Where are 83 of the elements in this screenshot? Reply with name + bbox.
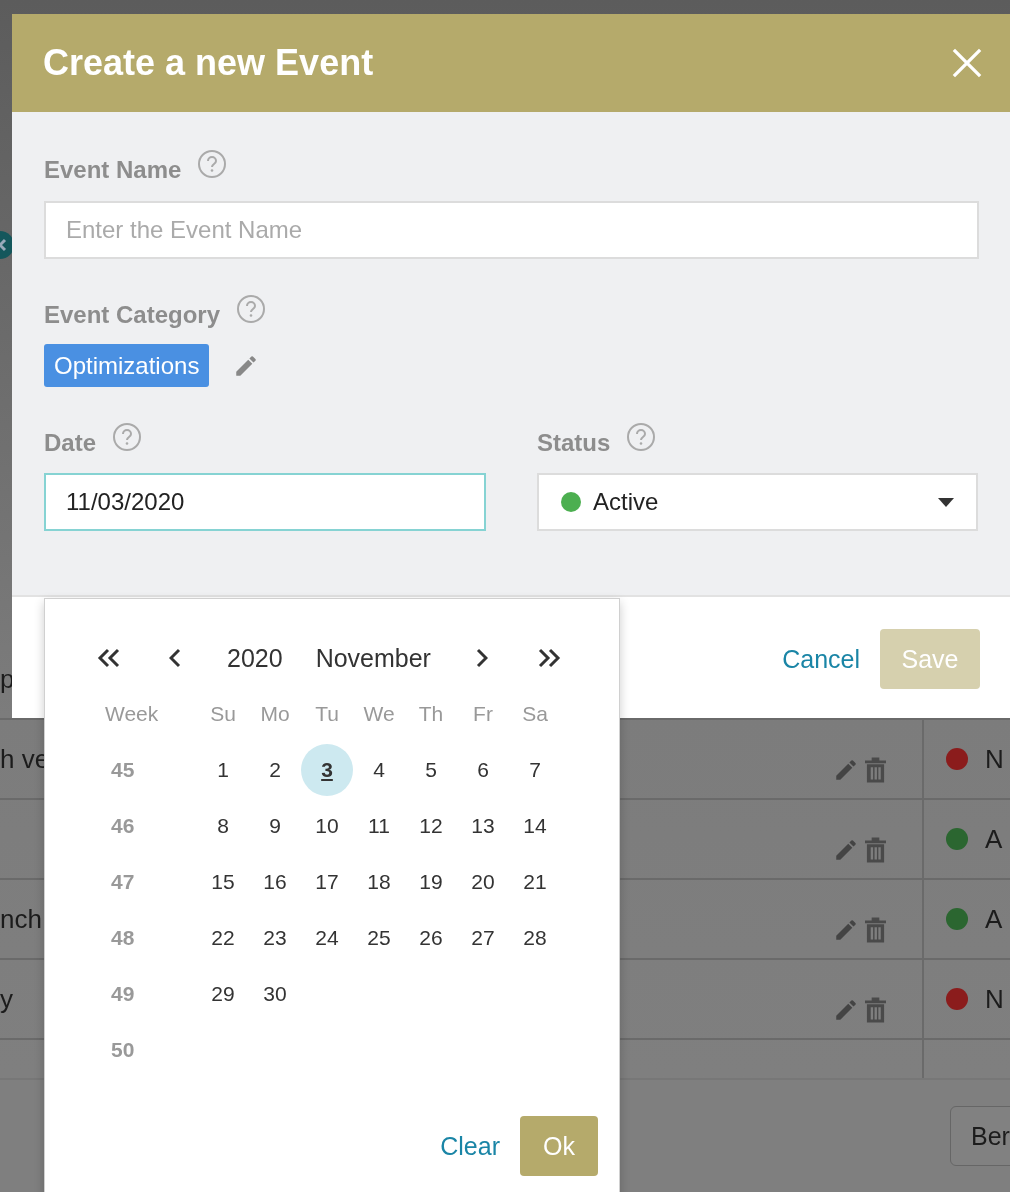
calendar-day[interactable]: 22 xyxy=(197,912,249,964)
status-select[interactable]: Active xyxy=(537,473,978,531)
week-number: 45 xyxy=(110,757,136,783)
pencil-icon[interactable] xyxy=(833,757,859,783)
year-label[interactable]: 2020 xyxy=(227,643,283,673)
caret-icon xyxy=(938,497,954,507)
calendar-day[interactable]: 28 xyxy=(509,912,561,964)
status-value: Active xyxy=(593,488,660,516)
weekday-header: Su xyxy=(209,701,237,727)
calendar-day[interactable]: 13 xyxy=(457,800,509,852)
field-label: Status xyxy=(537,429,611,457)
event-name-field[interactable]: Enter the Event Name xyxy=(44,201,979,259)
status-text: N xyxy=(985,983,1004,1015)
calendar-day[interactable]: 29 xyxy=(197,968,249,1020)
trash-icon[interactable] xyxy=(865,837,886,863)
double-chevron-right-icon[interactable] xyxy=(536,648,561,668)
field-label: Event Category xyxy=(44,301,221,329)
calendar-day[interactable]: 6 xyxy=(457,744,509,796)
chevron-left-icon[interactable] xyxy=(169,648,181,668)
help-icon[interactable] xyxy=(112,422,143,452)
calendar-day[interactable]: 16 xyxy=(249,856,301,908)
calendar-day[interactable]: 11 xyxy=(353,800,405,852)
week-number: 48 xyxy=(110,925,136,951)
week-header: Week xyxy=(104,701,160,727)
chevron-right-icon[interactable] xyxy=(475,648,488,668)
calendar-day[interactable]: 18 xyxy=(353,856,405,908)
calendar-day[interactable]: 8 xyxy=(197,800,249,852)
calendar-day[interactable]: 10 xyxy=(301,800,353,852)
field-label: Date xyxy=(44,429,97,457)
pencil-icon[interactable] xyxy=(833,917,859,943)
help-icon[interactable] xyxy=(236,294,267,324)
trash-icon[interactable] xyxy=(865,917,886,943)
calendar-day[interactable]: 12 xyxy=(405,800,457,852)
weekday-header: We xyxy=(362,701,396,727)
close-icon[interactable] xyxy=(952,48,982,78)
calendar-day[interactable]: 30 xyxy=(249,968,301,1020)
trash-icon[interactable] xyxy=(865,997,886,1023)
status-text: N xyxy=(985,743,1004,775)
trash-icon[interactable] xyxy=(865,757,886,783)
calendar-day[interactable]: 15 xyxy=(197,856,249,908)
week-number: 50 xyxy=(110,1037,136,1063)
help-icon[interactable] xyxy=(626,422,657,452)
pencil-icon[interactable] xyxy=(833,997,859,1023)
month-label[interactable]: November xyxy=(315,643,431,673)
weekday-header: Th xyxy=(417,701,445,727)
calendar-day[interactable]: 1 xyxy=(197,744,249,796)
calendar-day[interactable]: 9 xyxy=(249,800,301,852)
modal-title: Create a new Event xyxy=(43,42,374,84)
calendar-day[interactable]: 19 xyxy=(405,856,457,908)
calendar-day[interactable]: 3 xyxy=(301,744,353,796)
status-text: A xyxy=(985,823,1003,855)
help-icon[interactable] xyxy=(197,149,228,179)
weekday-header: Tu xyxy=(314,701,340,727)
calendar-day[interactable]: 26 xyxy=(405,912,457,964)
calendar-day[interactable]: 20 xyxy=(457,856,509,908)
calendar-day[interactable]: 2 xyxy=(249,744,301,796)
calendar-day[interactable]: 24 xyxy=(301,912,353,964)
category-tag: Optimizations xyxy=(44,344,210,387)
weekday-header: Sa xyxy=(521,701,549,727)
status-text: A xyxy=(985,903,1003,935)
weekday-header: Mo xyxy=(259,701,291,727)
footer-button[interactable]: Ber xyxy=(950,1106,1010,1166)
calendar-day[interactable]: 7 xyxy=(509,744,561,796)
row-text: y xyxy=(0,986,13,1012)
double-chevron-left-icon[interactable] xyxy=(97,648,121,668)
weekday-header: Fr xyxy=(472,701,494,727)
week-number: 49 xyxy=(110,981,136,1007)
calendar-day[interactable]: 25 xyxy=(353,912,405,964)
calendar-day[interactable]: 4 xyxy=(353,744,405,796)
pencil-icon[interactable] xyxy=(833,837,859,863)
calendar-day[interactable]: 5 xyxy=(405,744,457,796)
cancel-link[interactable]: Cancel xyxy=(782,629,860,689)
calendar-day[interactable]: 17 xyxy=(301,856,353,908)
week-number: 46 xyxy=(110,813,136,839)
date-field[interactable]: 11/03/2020 xyxy=(44,473,486,531)
row-text: nch xyxy=(0,906,42,932)
clear-link[interactable]: Clear xyxy=(440,1116,500,1176)
field-label: Event Name xyxy=(44,156,182,184)
calendar-day[interactable]: 23 xyxy=(249,912,301,964)
calendar-day[interactable]: 27 xyxy=(457,912,509,964)
calendar-day[interactable]: 21 xyxy=(509,856,561,908)
week-number: 47 xyxy=(110,869,136,895)
calendar-day[interactable]: 14 xyxy=(509,800,561,852)
